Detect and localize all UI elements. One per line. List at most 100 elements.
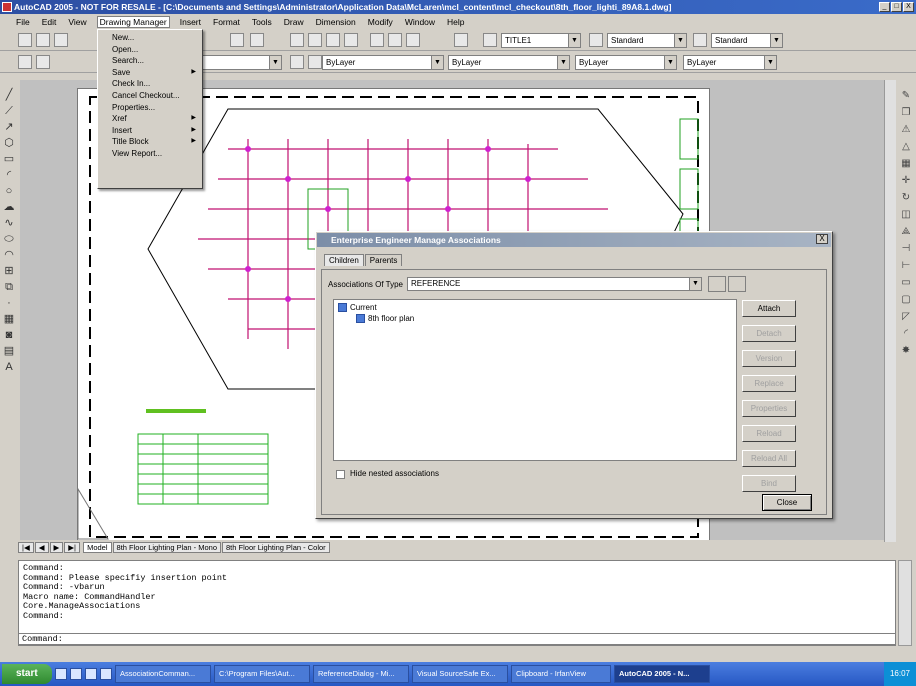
tab-lighting-color[interactable]: 8th Floor Lighting Plan - Color xyxy=(222,542,330,553)
layer-combo[interactable]: ▼ xyxy=(200,55,282,70)
ie-icon[interactable] xyxy=(55,668,67,680)
trim-icon[interactable]: ⊣ xyxy=(899,242,913,256)
move-icon[interactable]: ✛ xyxy=(899,174,913,188)
circle-icon[interactable]: ○ xyxy=(2,184,16,198)
new-file-icon[interactable] xyxy=(18,33,32,47)
menu-file[interactable]: File xyxy=(14,17,32,27)
menu-item-search[interactable]: Search... xyxy=(98,55,202,67)
plot-style-icon[interactable] xyxy=(693,33,707,47)
menu-item-xref[interactable]: Xref ▶ xyxy=(98,113,202,125)
text-style-combo[interactable]: TITLE1 ▼ xyxy=(501,33,581,48)
make-block-icon[interactable]: ⧉ xyxy=(2,280,16,294)
point-icon[interactable]: · xyxy=(2,296,16,310)
properties-button[interactable]: Properties xyxy=(742,400,796,417)
menu-item-insert[interactable]: Insert ▶ xyxy=(98,125,202,137)
layer-state-icon[interactable] xyxy=(36,55,50,69)
construction-line-icon[interactable]: ⟋ xyxy=(2,104,16,118)
rotate-icon[interactable]: ↻ xyxy=(899,191,913,205)
explode-icon[interactable]: ✸ xyxy=(899,344,913,358)
associations-tree[interactable]: Current 8th floor plan xyxy=(333,299,737,461)
hide-nested-checkbox[interactable] xyxy=(336,470,345,479)
chamfer-icon[interactable]: ◸ xyxy=(899,310,913,324)
canvas-vertical-scrollbar[interactable] xyxy=(884,80,896,544)
tab-children[interactable]: Children xyxy=(324,254,364,266)
task-button[interactable]: ReferenceDialog - Mi... xyxy=(313,665,409,683)
copy-icon[interactable]: ❐ xyxy=(899,106,913,120)
tab-nav-next[interactable]: ▶ xyxy=(49,542,64,553)
close-dialog-button[interactable]: Close xyxy=(762,494,812,511)
detach-button[interactable]: Detach xyxy=(742,325,796,342)
text-style-icon[interactable] xyxy=(483,33,497,47)
menu-item-check-in[interactable]: Check In... xyxy=(98,78,202,90)
close-button[interactable]: X xyxy=(903,2,914,12)
lineweight-combo[interactable]: ByLayer ▼ xyxy=(575,55,677,70)
menu-window[interactable]: Window xyxy=(403,17,437,27)
dialog-close-button[interactable]: X xyxy=(816,234,828,244)
hatch-icon[interactable]: ▦ xyxy=(2,312,16,326)
menu-format[interactable]: Format xyxy=(211,17,242,27)
ellipse-icon[interactable]: ⬭ xyxy=(2,232,16,246)
stretch-icon[interactable]: ⟁ xyxy=(899,225,913,239)
offset-icon[interactable]: △ xyxy=(899,140,913,154)
maximize-button[interactable]: □ xyxy=(891,2,902,12)
line-icon[interactable]: ╱ xyxy=(2,88,16,102)
arc-icon[interactable]: ◜ xyxy=(2,168,16,182)
polyline-icon[interactable]: ↗ xyxy=(2,120,16,134)
color-combo[interactable]: ByLayer ▼ xyxy=(322,55,444,70)
command-input[interactable]: Command: xyxy=(18,633,896,645)
dim-style-combo[interactable]: Standard ▼ xyxy=(607,33,687,48)
array-icon[interactable]: ▦ xyxy=(899,157,913,171)
tab-nav-prev[interactable]: ◀ xyxy=(34,542,49,553)
menu-item-new[interactable]: New... xyxy=(98,32,202,44)
menu-draw[interactable]: Draw xyxy=(282,17,306,27)
layer-manager-icon[interactable] xyxy=(18,55,32,69)
version-button[interactable]: Version xyxy=(742,350,796,367)
menu-dimension[interactable]: Dimension xyxy=(314,17,358,27)
menu-drawing-manager[interactable]: Drawing Manager xyxy=(96,15,170,28)
multiline-text-icon[interactable]: A xyxy=(2,360,16,374)
bind-button[interactable]: Bind xyxy=(742,475,796,492)
polygon-icon[interactable]: ⬡ xyxy=(2,136,16,150)
menu-help[interactable]: Help xyxy=(445,17,466,27)
plot-style-combo[interactable]: Standard ▼ xyxy=(711,33,783,48)
design-center-icon[interactable] xyxy=(388,33,402,47)
menu-edit[interactable]: Edit xyxy=(40,17,59,27)
layer-previous-icon[interactable] xyxy=(308,55,322,69)
fillet-icon[interactable]: ◜ xyxy=(899,327,913,341)
revision-cloud-icon[interactable]: ☁ xyxy=(2,200,16,214)
task-button-active[interactable]: AutoCAD 2005 - N... xyxy=(614,665,710,683)
command-scrollbar[interactable] xyxy=(898,560,912,646)
show-desktop-icon[interactable] xyxy=(85,668,97,680)
zoom-window-icon[interactable] xyxy=(326,33,340,47)
menu-view[interactable]: View xyxy=(66,17,88,27)
task-button[interactable]: C:\Program Files\Aut... xyxy=(214,665,310,683)
make-current-icon[interactable] xyxy=(290,55,304,69)
redo-icon[interactable] xyxy=(250,33,264,47)
region-icon[interactable]: ◙ xyxy=(2,328,16,342)
tab-model[interactable]: Model xyxy=(83,542,112,553)
tab-nav-last[interactable]: ▶| xyxy=(64,542,80,553)
erase-icon[interactable]: ✎ xyxy=(899,89,913,103)
tab-parents[interactable]: Parents xyxy=(364,254,403,266)
linetype-combo[interactable]: ByLayer ▼ xyxy=(448,55,570,70)
plot-combo[interactable]: ByLayer ▼ xyxy=(683,55,777,70)
mirror-icon[interactable]: ⚠ xyxy=(899,123,913,137)
task-button[interactable]: Visual SourceSafe Ex... xyxy=(412,665,508,683)
menu-modify[interactable]: Modify xyxy=(366,17,395,27)
break-icon[interactable]: ▭ xyxy=(899,276,913,290)
undo-icon[interactable] xyxy=(230,33,244,47)
spline-icon[interactable]: ∿ xyxy=(2,216,16,230)
scale-icon[interactable]: ◫ xyxy=(899,208,913,222)
replace-button[interactable]: Replace xyxy=(742,375,796,392)
extend-icon[interactable]: ⊢ xyxy=(899,259,913,273)
zoom-previous-icon[interactable] xyxy=(344,33,358,47)
attach-button[interactable]: Attach xyxy=(742,300,796,317)
tab-lighting-mono[interactable]: 8th Floor Lighting Plan - Mono xyxy=(112,542,222,553)
tool-palettes-icon[interactable] xyxy=(406,33,420,47)
table-icon[interactable]: ▤ xyxy=(2,344,16,358)
dim-style-icon[interactable] xyxy=(589,33,603,47)
autocad-app-icon[interactable] xyxy=(2,2,12,12)
minimize-button[interactable]: _ xyxy=(879,2,890,12)
zoom-realtime-icon[interactable] xyxy=(308,33,322,47)
menu-item-properties[interactable]: Properties... xyxy=(98,102,202,114)
